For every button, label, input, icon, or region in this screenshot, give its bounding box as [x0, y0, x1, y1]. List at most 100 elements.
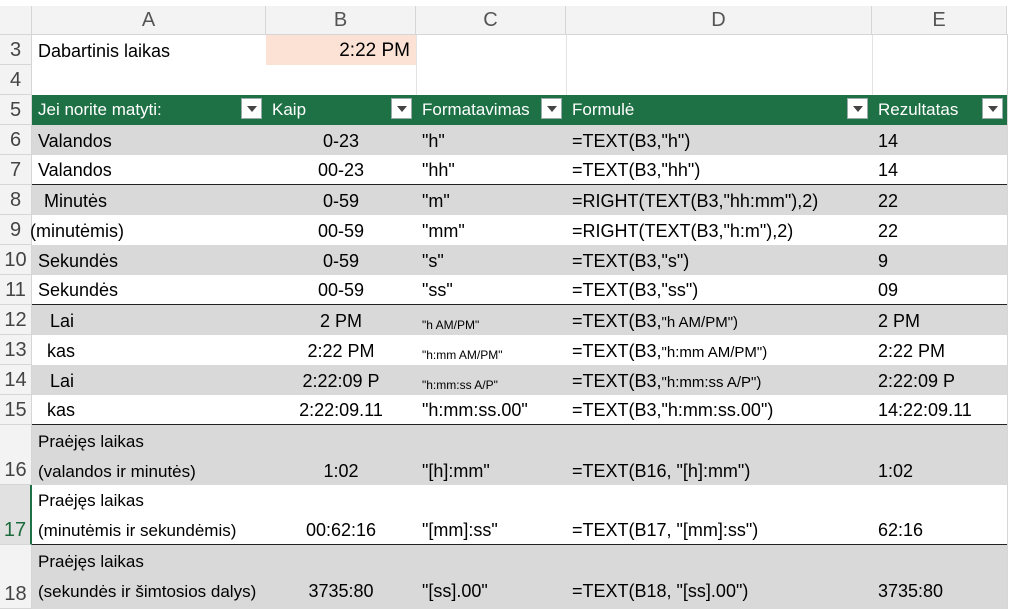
cell[interactable]: Lai — [32, 305, 266, 335]
column-header-d[interactable]: D — [566, 6, 872, 35]
cell[interactable]: 0-23 — [266, 125, 416, 155]
cell[interactable]: Praėjęs laikas (minutėmis ir sekundėmis) — [32, 485, 266, 544]
cell[interactable]: Valandos — [32, 155, 266, 184]
cell[interactable]: "hh" — [416, 155, 566, 184]
cell[interactable]: 00-59 — [266, 275, 416, 304]
cell[interactable]: =TEXT(B3,"h:mm:ss A/P") — [566, 365, 872, 395]
header-cell-e[interactable]: Rezultatas — [872, 95, 1007, 125]
cell[interactable]: 2:22:09 P — [872, 365, 1007, 395]
filter-dropdown-button[interactable] — [391, 98, 412, 119]
column-header-e[interactable]: E — [872, 6, 1007, 35]
selected-time-cell[interactable]: 2:22 PM — [266, 35, 416, 65]
cell[interactable]: =TEXT(B3,"h AM/PM") — [566, 305, 872, 335]
cell[interactable]: 2:22 PM — [872, 335, 1007, 365]
row-header[interactable]: 13 — [0, 335, 32, 365]
cell[interactable]: 14:22:09.11 — [872, 395, 1007, 424]
filter-dropdown-button[interactable] — [982, 98, 1003, 119]
cell[interactable]: Praėjęs laikas (sekundės ir šimtosios da… — [32, 545, 266, 609]
row-header[interactable]: 8 — [0, 185, 32, 215]
row-header[interactable]: 15 — [0, 395, 32, 425]
cell[interactable]: =TEXT(B3,"s") — [566, 245, 872, 275]
cell[interactable]: =TEXT(B3,"ss") — [566, 275, 872, 304]
cell[interactable]: "[h]:mm" — [416, 425, 566, 485]
filter-dropdown-button[interactable] — [241, 98, 262, 119]
cell[interactable]: =TEXT(B3,"h") — [566, 125, 872, 155]
cell[interactable]: 14 — [872, 155, 1007, 184]
cell[interactable]: "m" — [416, 185, 566, 215]
cell[interactable]: 00-59 — [266, 215, 416, 245]
row-header[interactable]: 4 — [0, 65, 32, 95]
cell[interactable]: 3735:80 — [266, 545, 416, 609]
cell[interactable]: "ss" — [416, 275, 566, 304]
cell[interactable]: 00-23 — [266, 155, 416, 184]
column-header-c[interactable]: C — [416, 6, 566, 35]
header-cell-c[interactable]: Formatavimas — [416, 95, 566, 125]
row-header[interactable]: 10 — [0, 245, 32, 275]
cell[interactable]: 22 — [872, 185, 1007, 215]
row-header[interactable]: 11 — [0, 275, 32, 305]
cell[interactable]: (minutėmis) — [30, 215, 266, 245]
cell[interactable]: Sekundės — [32, 275, 266, 304]
cell[interactable]: 2:22 PM — [266, 335, 416, 365]
row-header[interactable]: 3 — [0, 35, 32, 65]
column-header-a[interactable]: A — [32, 6, 266, 35]
cell[interactable]: Minutės — [32, 185, 266, 215]
cell[interactable]: "h:mm:ss.00" — [416, 395, 566, 424]
cell[interactable]: 0-59 — [266, 185, 416, 215]
cell[interactable]: 1:02 — [266, 425, 416, 485]
cell[interactable]: kas — [32, 335, 266, 365]
cell[interactable]: Lai — [32, 365, 266, 395]
cell[interactable]: "h:mm AM/PM" — [416, 335, 566, 365]
cell[interactable]: 2:22:09.11 — [266, 395, 416, 424]
cell[interactable]: 3735:80 — [872, 545, 1007, 609]
cell[interactable]: "[ss].00" — [416, 545, 566, 609]
cell[interactable]: 22 — [872, 215, 1007, 245]
row-header[interactable]: 5 — [0, 95, 32, 125]
row-header[interactable]: 14 — [0, 365, 32, 395]
cell[interactable]: =TEXT(B16, "[h]:mm") — [566, 425, 872, 485]
header-cell-b[interactable]: Kaip — [266, 95, 416, 125]
cell[interactable]: Dabartinis laikas — [32, 35, 266, 65]
cell[interactable]: Sekundės — [32, 245, 266, 275]
cell[interactable]: 2 PM — [872, 305, 1007, 335]
row-header[interactable]: 6 — [0, 125, 32, 155]
filter-dropdown-button[interactable] — [541, 98, 562, 119]
cell[interactable]: kas — [32, 395, 266, 424]
cell[interactable]: "h:mm:ss A/P" — [416, 365, 566, 395]
table-header-row: Jei norite matyti: Kaip Formatavimas For… — [32, 95, 1007, 125]
cell[interactable]: "h" — [416, 125, 566, 155]
row-header[interactable]: 12 — [0, 305, 32, 335]
cell[interactable]: 62:16 — [872, 485, 1007, 544]
cell[interactable]: "h AM/PM" — [416, 305, 566, 335]
cell[interactable]: =TEXT(B3,"hh") — [566, 155, 872, 184]
column-header-b[interactable]: B — [266, 6, 416, 35]
cell[interactable]: =RIGHT(TEXT(B3,"h:m"),2) — [566, 215, 872, 245]
row-header[interactable]: 9 — [0, 215, 32, 245]
cell[interactable]: 0-59 — [266, 245, 416, 275]
cell[interactable]: 1:02 — [872, 425, 1007, 485]
cell[interactable]: =TEXT(B3,"h:mm:ss.00") — [566, 395, 872, 424]
cell[interactable]: 14 — [872, 125, 1007, 155]
row-header-selected[interactable]: 17 — [0, 485, 32, 545]
cell[interactable]: =TEXT(B17, "[mm]:ss") — [566, 485, 872, 544]
row-header[interactable]: 16 — [0, 425, 32, 485]
cell[interactable]: 2:22:09 P — [266, 365, 416, 395]
cell[interactable]: "mm" — [416, 215, 566, 245]
header-cell-a[interactable]: Jei norite matyti: — [32, 95, 266, 125]
cell[interactable]: 00:62:16 — [266, 485, 416, 544]
cell[interactable]: Valandos — [32, 125, 266, 155]
cell[interactable]: 09 — [872, 275, 1007, 304]
row-header[interactable]: 18 — [0, 545, 32, 609]
cell[interactable]: Praėjęs laikas (valandos ir minutės) — [32, 425, 266, 485]
filter-dropdown-button[interactable] — [847, 98, 868, 119]
cell[interactable]: =RIGHT(TEXT(B3,"hh:mm"),2) — [566, 185, 872, 215]
cell[interactable]: =TEXT(B18, "[ss].00") — [566, 545, 872, 609]
cell[interactable]: "[mm]:ss" — [416, 485, 566, 544]
cell[interactable]: "s" — [416, 245, 566, 275]
cell[interactable]: 2 PM — [266, 305, 416, 335]
row-header[interactable]: 7 — [0, 155, 32, 185]
cell[interactable]: 9 — [872, 245, 1007, 275]
select-all-corner[interactable] — [0, 6, 32, 35]
header-cell-d[interactable]: Formulė — [566, 95, 872, 125]
cell[interactable]: =TEXT(B3,"h:mm AM/PM") — [566, 335, 872, 365]
